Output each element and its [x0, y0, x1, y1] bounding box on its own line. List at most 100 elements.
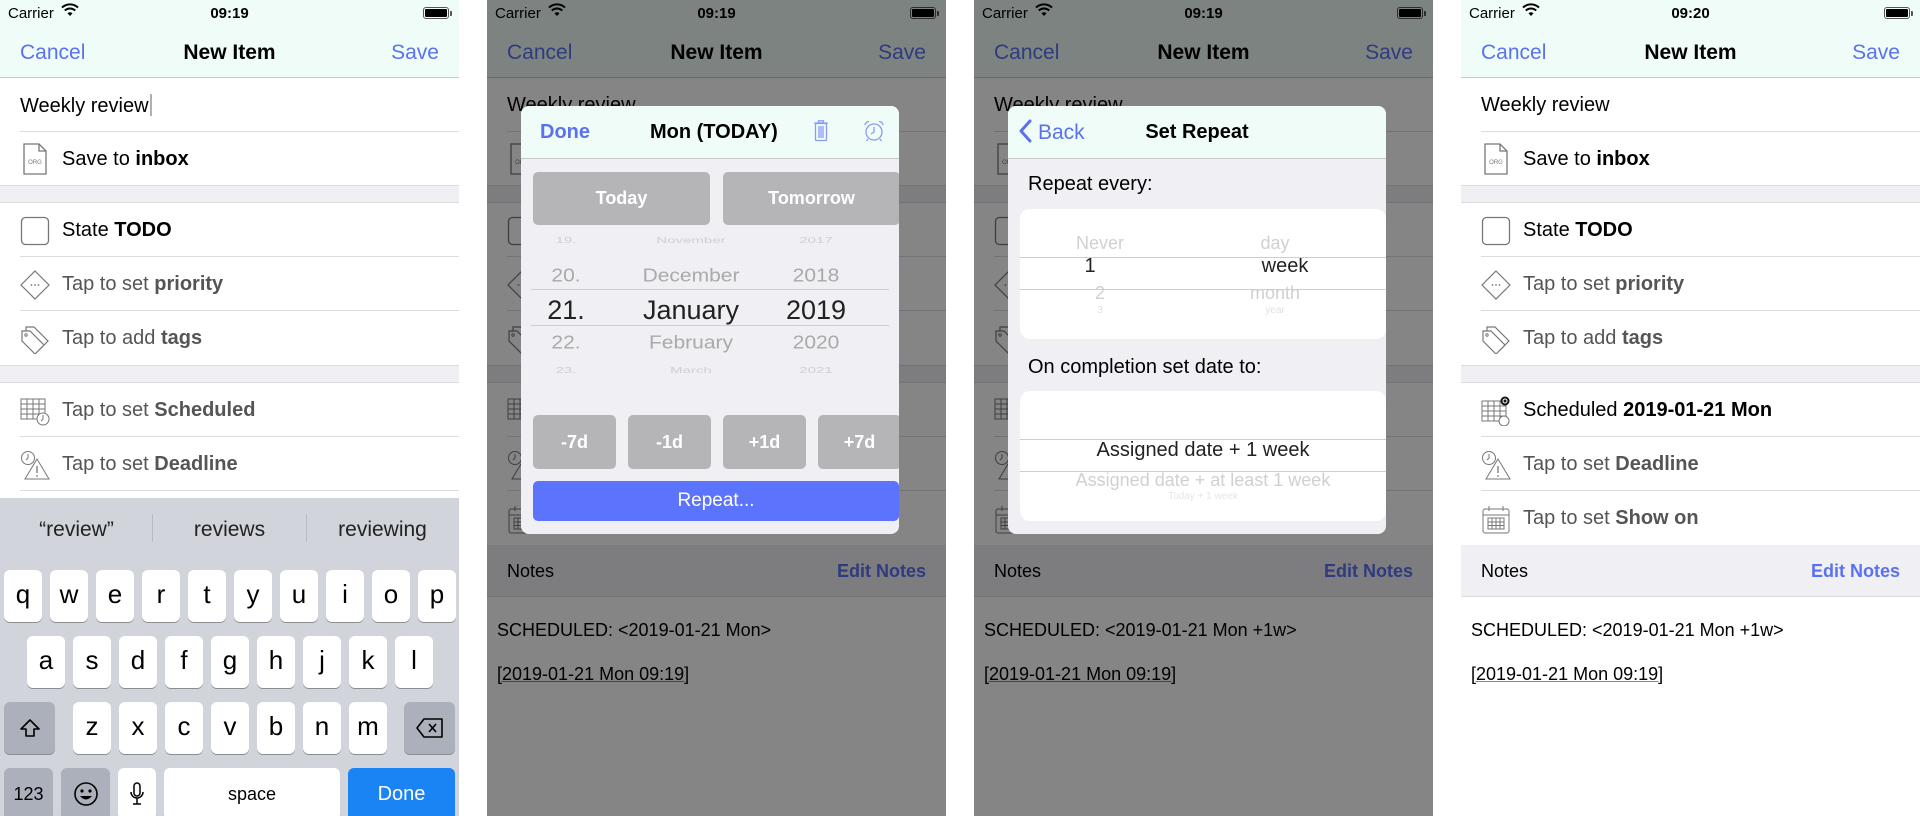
- screen-set-repeat: Carrier 09:19 Cancel New Item Save Weekl…: [974, 0, 1433, 816]
- scheduled-row[interactable]: Scheduled 2019-01-21 Mon: [1461, 383, 1920, 437]
- space-key[interactable]: space: [164, 768, 340, 816]
- shift-key[interactable]: [4, 702, 55, 754]
- completion-wheel[interactable]: Assigned date + 1 week Assigned date + at…: [1020, 391, 1386, 521]
- suggestion-item[interactable]: “review”: [0, 518, 153, 542]
- repeat-unit-item[interactable]: year: [1235, 305, 1315, 316]
- dictation-key[interactable]: [118, 768, 156, 816]
- key-f[interactable]: f: [165, 636, 203, 688]
- checkbox-icon[interactable]: [1481, 216, 1511, 246]
- day-item[interactable]: 21.: [536, 295, 596, 326]
- deadline-warning-icon: [1481, 450, 1511, 480]
- save-to-row[interactable]: Save to inbox: [0, 132, 459, 186]
- key-p[interactable]: p: [418, 570, 456, 622]
- done-key[interactable]: Done: [348, 768, 455, 816]
- key-u[interactable]: u: [280, 570, 318, 622]
- day-item[interactable]: 23.: [536, 366, 596, 374]
- tags-row[interactable]: Tap to add tags: [1461, 311, 1920, 365]
- key-y[interactable]: y: [234, 570, 272, 622]
- save-to-row[interactable]: Save to inbox: [1461, 132, 1920, 186]
- title-input-value[interactable]: Weekly review: [1481, 94, 1610, 117]
- key-t[interactable]: t: [188, 570, 226, 622]
- key-x[interactable]: x: [119, 702, 157, 754]
- key-r[interactable]: r: [142, 570, 180, 622]
- scheduled-row[interactable]: Tap to set Scheduled: [0, 383, 459, 437]
- title-input-value[interactable]: Weekly review: [20, 95, 149, 117]
- year-item[interactable]: 2019: [751, 295, 881, 326]
- year-item[interactable]: 2017: [751, 236, 881, 245]
- day-item[interactable]: 22.: [536, 332, 596, 354]
- key-k[interactable]: k: [349, 636, 387, 688]
- numbers-key[interactable]: 123: [4, 768, 53, 816]
- year-item[interactable]: 2021: [751, 366, 881, 374]
- priority-row[interactable]: Tap to set priority: [1461, 257, 1920, 311]
- key-s[interactable]: s: [73, 636, 111, 688]
- completion-option[interactable]: Assigned date + 1 week: [1020, 439, 1386, 462]
- trash-icon[interactable]: [813, 120, 829, 142]
- save-button[interactable]: Save: [391, 41, 439, 65]
- key-o[interactable]: o: [372, 570, 410, 622]
- today-button[interactable]: Today: [533, 172, 710, 225]
- deadline-row[interactable]: Tap to set Deadline: [1461, 437, 1920, 491]
- status-time: 09:20: [1671, 5, 1710, 22]
- day-item[interactable]: 20.: [536, 265, 596, 287]
- key-z[interactable]: z: [73, 702, 111, 754]
- date-wheel[interactable]: 19. 20. 21. 22. 23. November December January Fe…: [521, 234, 899, 374]
- title-field[interactable]: Weekly review: [1461, 78, 1920, 132]
- completion-option[interactable]: Assigned date + at least 1 week: [1020, 470, 1386, 491]
- key-g[interactable]: g: [211, 636, 249, 688]
- state-row[interactable]: State TODO: [0, 203, 459, 257]
- repeat-unit-item[interactable]: day: [1235, 233, 1315, 254]
- shift-plus-1d-button[interactable]: +1d: [723, 415, 806, 469]
- deadline-value: Deadline: [1615, 453, 1699, 475]
- backspace-key[interactable]: [404, 702, 455, 754]
- org-file-icon: [1481, 142, 1511, 176]
- tags-row[interactable]: Tap to add tags: [0, 311, 459, 365]
- key-l[interactable]: l: [395, 636, 433, 688]
- title-field[interactable]: Weekly review: [0, 78, 459, 132]
- show-on-row[interactable]: Tap to set Show on: [1461, 491, 1920, 545]
- emoji-key[interactable]: [61, 768, 110, 816]
- edit-notes-button[interactable]: Edit Notes: [1811, 561, 1900, 582]
- done-button[interactable]: Done: [540, 121, 590, 144]
- key-i[interactable]: i: [326, 570, 364, 622]
- state-row[interactable]: State TODO: [1461, 203, 1920, 257]
- key-n[interactable]: n: [303, 702, 341, 754]
- year-item[interactable]: 2020: [751, 332, 881, 354]
- save-button[interactable]: Save: [1852, 41, 1900, 65]
- key-j[interactable]: j: [303, 636, 341, 688]
- save-to-prefix: Save to: [62, 148, 136, 170]
- key-c[interactable]: c: [165, 702, 203, 754]
- priority-row[interactable]: Tap to set priority: [0, 257, 459, 311]
- key-h[interactable]: h: [257, 636, 295, 688]
- repeat-every-wheel[interactable]: Never 1 2 3 day week month year: [1020, 209, 1386, 339]
- key-w[interactable]: w: [50, 570, 88, 622]
- tags-prefix: Tap to add: [62, 327, 161, 349]
- suggestion-item[interactable]: reviewing: [306, 518, 459, 542]
- alarm-icon[interactable]: [863, 120, 885, 142]
- repeat-unit-item[interactable]: month: [1235, 283, 1315, 304]
- day-item[interactable]: 19.: [536, 236, 596, 245]
- key-a[interactable]: a: [27, 636, 65, 688]
- shift-plus-7d-button[interactable]: +7d: [818, 415, 899, 469]
- completion-option[interactable]: Today + 1 week: [1020, 491, 1386, 502]
- repeat-unit-item[interactable]: week: [1245, 255, 1325, 278]
- shift-minus-7d-button[interactable]: -7d: [533, 415, 616, 469]
- key-v[interactable]: v: [211, 702, 249, 754]
- repeat-button[interactable]: Repeat...: [533, 481, 899, 521]
- deadline-row[interactable]: Tap to set Deadline: [0, 437, 459, 491]
- repeat-count-item[interactable]: Never: [1060, 233, 1140, 254]
- key-d[interactable]: d: [119, 636, 157, 688]
- checkbox-icon[interactable]: [20, 216, 50, 246]
- tomorrow-button[interactable]: Tomorrow: [723, 172, 899, 225]
- repeat-count-item[interactable]: 2: [1060, 283, 1140, 304]
- suggestion-item[interactable]: reviews: [153, 518, 306, 542]
- year-item[interactable]: 2018: [751, 265, 881, 287]
- key-e[interactable]: e: [96, 570, 134, 622]
- key-m[interactable]: m: [349, 702, 387, 754]
- repeat-count-item[interactable]: 3: [1060, 305, 1140, 316]
- key-q[interactable]: q: [4, 570, 42, 622]
- key-b[interactable]: b: [257, 702, 295, 754]
- tags-prefix: Tap to add: [1523, 327, 1622, 349]
- shift-minus-1d-button[interactable]: -1d: [628, 415, 711, 469]
- repeat-count-item[interactable]: 1: [1050, 255, 1130, 278]
